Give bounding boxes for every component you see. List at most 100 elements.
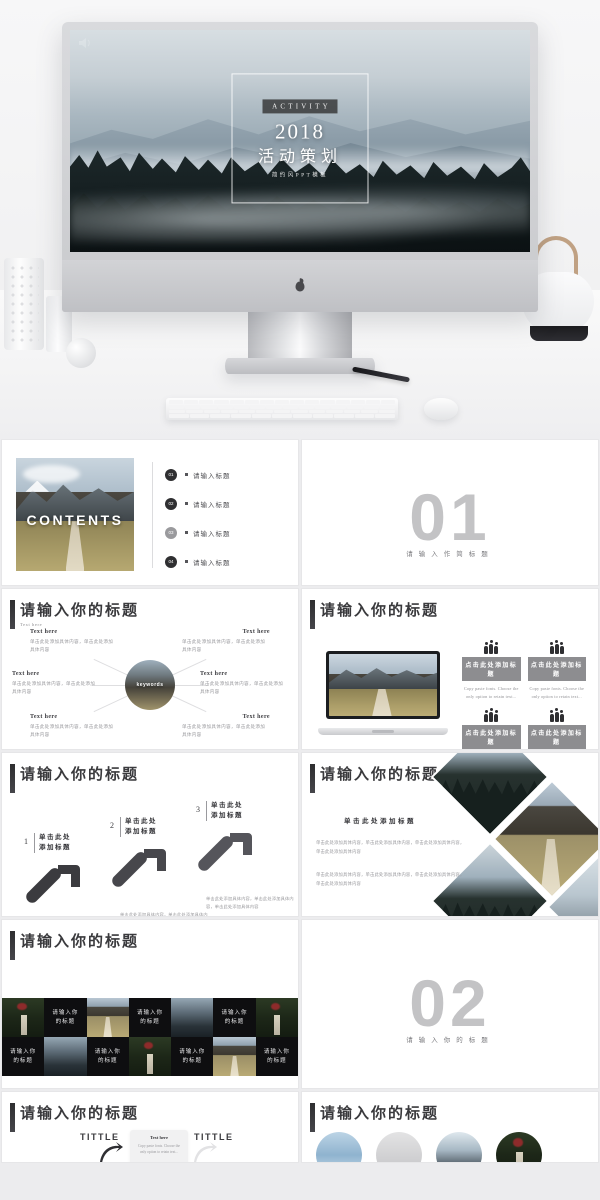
hero-year: 2018 xyxy=(275,118,325,143)
laptop-notch xyxy=(372,730,394,733)
title-accent-bar xyxy=(310,1103,315,1132)
grid-text-tile[interactable]: 请输入你 的标题 xyxy=(213,998,256,1037)
keyboard xyxy=(166,398,398,420)
slide-row: 请输入你的标题 请输入你 的标题 请输入你 的标题 请输入你 的标题 请输入你 … xyxy=(0,920,600,1088)
step-heading: 单击此处 添加标题 xyxy=(34,833,71,853)
slide-arrow-steps[interactable]: 请输入你的标题 1 单击此处 添加标题 Text here 单击此处添加具体内容… xyxy=(2,753,298,916)
list-item[interactable]: 04 请输入标题 xyxy=(165,547,284,576)
grid-text-tile[interactable]: 请输入你 的标题 xyxy=(255,1037,298,1076)
teapot-base xyxy=(530,326,588,341)
slide-flow-tittle[interactable]: 请输入你的标题 TITTLE TITTLE Text here Copy pas… xyxy=(2,1092,298,1162)
radial-item[interactable]: Text here 单击此处添加具体内容，单击此处添加具体内容 xyxy=(200,671,288,696)
slide-photo-checkerboard[interactable]: 请输入你的标题 请输入你 的标题 请输入你 的标题 请输入你 的标题 请输入你 … xyxy=(2,920,298,1088)
slide-radial-diagram[interactable]: 请输入你的标题 Text here keywords Text here 单击此… xyxy=(2,589,298,749)
grid-text-tile[interactable]: 请输入你 的标题 xyxy=(128,998,172,1037)
people-group-icon xyxy=(462,640,521,654)
grid-text-tile[interactable]: 请输入你 的标题 xyxy=(44,998,87,1037)
feature-card[interactable]: 点击此处添加标题 Copy paste fonts. Choose the on… xyxy=(527,708,586,749)
keyboard-row xyxy=(169,400,396,404)
grid-photo xyxy=(171,998,214,1037)
radial-item[interactable]: Text here 单击此处添加具体内容，单击此处添加具体内容 xyxy=(182,629,270,654)
flow-card[interactable]: Text here Copy paste fonts. Choose the o… xyxy=(130,1130,188,1162)
diamond-body-2: 单击此处添加具体内容，单击此处添加具体内容，单击此处添加具体内容，单击此处添加具… xyxy=(316,872,465,886)
slide-circle-gallery[interactable]: 请输入你的标题 xyxy=(302,1092,598,1162)
grid-photo xyxy=(44,1037,87,1076)
feature-card[interactable]: 点击此处添加标题 Copy paste fonts. Choose the on… xyxy=(462,708,521,749)
grid-text-tile[interactable]: 请输入你 的标题 xyxy=(2,1037,45,1076)
item-heading: Text here xyxy=(242,629,270,635)
feature-card[interactable]: 点击此处添加标题 Copy paste fonts. Choose the on… xyxy=(527,640,587,700)
item-body: 单击此处添加具体内容，单击此处添加具体内容 xyxy=(12,681,96,695)
radial-item[interactable]: Text here 单击此处添加具体内容，单击此处添加具体内容 xyxy=(30,714,118,739)
page-title: 请输入你的标题 xyxy=(20,934,140,950)
slide-contents[interactable]: CONTENTS 01 请输入标题 02 请输入标题 03 请输入标题 04 请… xyxy=(2,440,298,585)
list-item[interactable]: 02 请输入标题 xyxy=(165,489,284,518)
imac-bezel: ACTIVITY 2018 活动策划 简约风PPT模板 xyxy=(70,30,530,252)
circle-photo[interactable] xyxy=(316,1132,362,1162)
slide-header: 请输入你的标题 xyxy=(310,764,440,793)
item-heading: Text here xyxy=(200,671,228,677)
slide-header: 请输入你的标题 xyxy=(10,1103,139,1132)
bullet-dot xyxy=(185,473,188,476)
circle-photo[interactable] xyxy=(496,1132,542,1162)
radial-item[interactable]: Text here 单击此处添加具体内容，单击此处添加具体内容 xyxy=(182,714,270,739)
card-body: Copy paste fonts. Choose the only option… xyxy=(137,1144,181,1155)
tile-label: 请输入你 的标题 xyxy=(94,1048,121,1064)
slide-row: 请输入你的标题 Text here keywords Text here 单击此… xyxy=(0,589,600,749)
people-group-icon xyxy=(462,708,521,723)
speaker-icon xyxy=(79,38,90,48)
item-number-badge: 01 xyxy=(165,468,177,481)
slide-section-divider-02[interactable]: 02 请输入你的标题 xyxy=(302,920,598,1088)
card-title: 点击此处添加标题 xyxy=(462,725,521,749)
radial-item[interactable]: Text here 单击此处添加具体内容，单击此处添加具体内容 xyxy=(30,629,118,654)
grid-photo xyxy=(2,998,45,1037)
section-number: 01 xyxy=(409,479,491,554)
slide-laptop-cards[interactable]: 请输入你的标题 点击此处添加标题 Copy paste fonts. Choos… xyxy=(302,589,598,749)
people-group-icon xyxy=(528,640,587,654)
slide-header: 请输入你的标题 Text here xyxy=(10,600,139,629)
list-item[interactable]: 01 请输入标题 xyxy=(165,460,284,489)
grid-photo xyxy=(86,998,129,1037)
arrow-up-right-icon xyxy=(196,823,260,887)
tile-label: 请输入你 的标题 xyxy=(52,1009,79,1025)
grid-text-tile[interactable]: 请输入你 的标题 xyxy=(86,1037,129,1076)
slide-row: 请输入你的标题 1 单击此处 添加标题 Text here 单击此处添加具体内容… xyxy=(0,753,600,916)
item-label: 请输入标题 xyxy=(193,559,231,567)
keyboard-row xyxy=(169,409,396,414)
title-slide-screen: ACTIVITY 2018 活动策划 简约风PPT模板 xyxy=(70,30,530,252)
arrow-up-right-icon xyxy=(24,855,88,916)
grid-text-tile[interactable]: 请输入你 的标题 xyxy=(171,1037,214,1076)
decor-sphere xyxy=(66,338,96,368)
circle-photo[interactable] xyxy=(436,1132,482,1162)
curved-arrow-light-icon xyxy=(192,1140,218,1162)
slide-header: 请输入你的标题 xyxy=(10,764,139,793)
diamond-body-1: 单击此处添加具体内容，单击此处添加具体内容，单击此处添加具体内容，单击此处添加具… xyxy=(316,840,465,854)
card-title: 点击此处添加标题 xyxy=(527,725,586,749)
slide-diamond-gallery[interactable]: 请输入你的标题 单击此处添加标题 单击此处添加具体内容，单击此处添加具体内容，单… xyxy=(302,753,598,916)
page-title: 请输入你的标题 xyxy=(320,767,440,783)
apple-logo-icon xyxy=(294,279,307,294)
contents-photo: CONTENTS xyxy=(16,458,134,571)
list-item[interactable]: 03 请输入标题 xyxy=(165,518,284,547)
item-body: 单击此处添加具体内容，单击此处添加具体内容 xyxy=(30,639,114,653)
slide-row: CONTENTS 01 请输入标题 02 请输入标题 03 请输入标题 04 请… xyxy=(0,440,600,585)
card-title: 点击此处添加标题 xyxy=(527,657,586,681)
card-body: Copy paste fonts. Choose the only option… xyxy=(463,686,519,699)
contents-list: 01 请输入标题 02 请输入标题 03 请输入标题 04 请输入标题 xyxy=(165,460,284,576)
page-title: 请输入你的标题 xyxy=(320,603,440,619)
slide-section-divider-01[interactable]: 01 请输入作简标题 xyxy=(302,440,598,585)
title-accent-bar xyxy=(10,764,15,793)
item-label: 请输入标题 xyxy=(193,472,231,480)
grid-photo xyxy=(213,1037,256,1076)
tile-label: 请输入你 的标题 xyxy=(10,1048,37,1064)
radial-item[interactable]: Text here 单击此处添加具体内容，单击此处添加具体内容 xyxy=(12,671,100,696)
laptop-screen xyxy=(326,651,440,719)
item-number-badge: 03 xyxy=(165,526,177,539)
feature-card[interactable]: 点击此处添加标题 Copy paste fonts. Choose the on… xyxy=(462,640,521,700)
section-subtitle: 请输入你的标题 xyxy=(406,1037,494,1045)
grid-photo xyxy=(255,998,298,1037)
circle-photo[interactable] xyxy=(376,1132,422,1162)
grid-photo xyxy=(128,1037,172,1076)
circle-photo-row xyxy=(316,1132,584,1162)
step-number: 1 xyxy=(24,837,28,846)
